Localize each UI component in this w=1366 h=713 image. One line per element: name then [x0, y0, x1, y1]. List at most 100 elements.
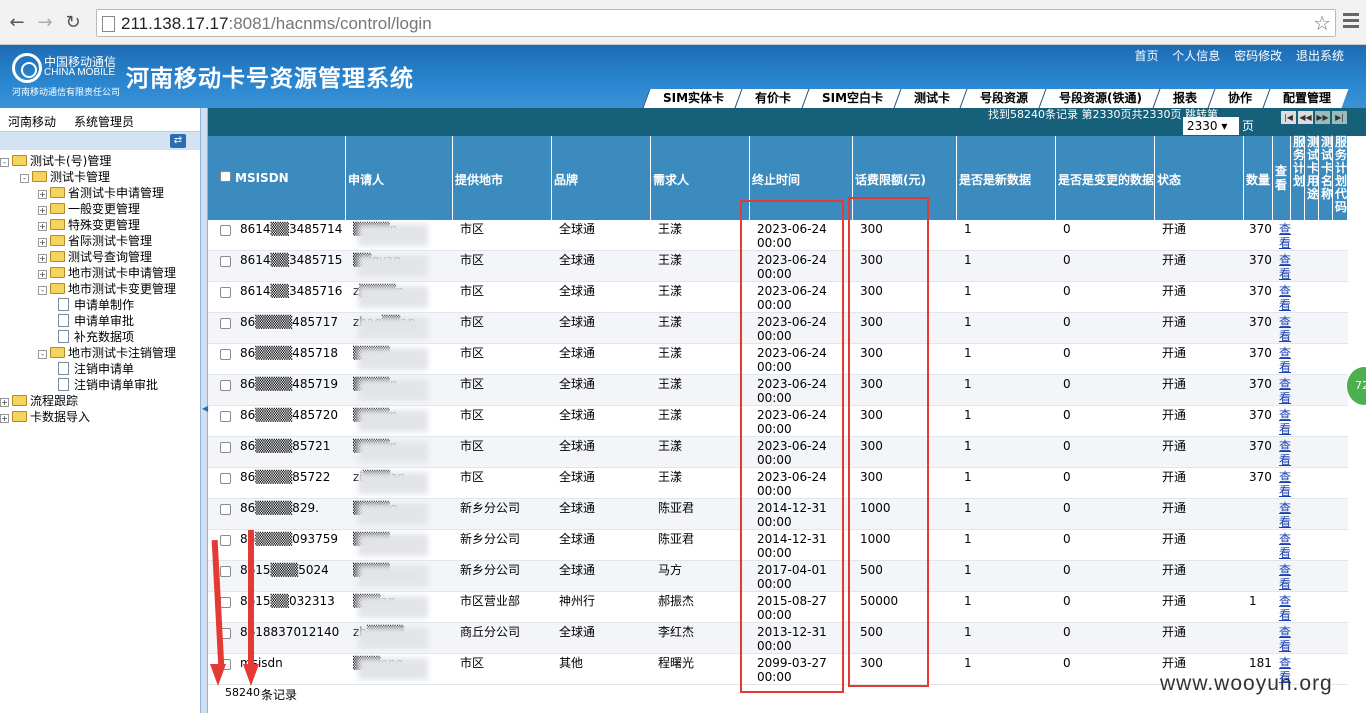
row-checkbox[interactable]	[220, 349, 231, 360]
refresh-icon[interactable]: ⇄	[170, 134, 186, 148]
expand-icon[interactable]: +	[38, 254, 47, 263]
back-arrow-icon[interactable]: ←	[6, 11, 28, 35]
cell-changed: 0	[1063, 315, 1071, 329]
cell-view[interactable]: 查看	[1279, 563, 1291, 591]
tree-item[interactable]: + 测试号查询管理	[38, 249, 152, 265]
tree-item[interactable]: + 特殊变更管理	[38, 217, 140, 233]
cell-view[interactable]: 查看	[1279, 222, 1291, 250]
row-checkbox[interactable]	[220, 442, 231, 453]
cell-view[interactable]: 查看	[1279, 377, 1291, 405]
tree-item[interactable]: + 一般变更管理	[38, 201, 140, 217]
row-checkbox[interactable]	[220, 566, 231, 577]
home-link[interactable]: 首页	[1134, 49, 1158, 63]
column-header[interactable]: 是否是变更的数据	[1056, 136, 1155, 220]
expand-icon[interactable]: +	[38, 190, 47, 199]
profile-link[interactable]: 个人信息	[1172, 49, 1220, 63]
collapse-icon[interactable]: -	[38, 286, 47, 295]
row-checkbox[interactable]	[220, 504, 231, 515]
column-header[interactable]: 品牌	[552, 136, 651, 220]
expand-icon[interactable]: +	[0, 398, 9, 407]
tab-sim-card[interactable]: SIM实体卡	[642, 89, 742, 108]
cell-view[interactable]: 查看	[1279, 253, 1291, 281]
column-header[interactable]: 测试卡用途	[1305, 136, 1319, 220]
column-header[interactable]: 查看	[1273, 136, 1291, 220]
collapse-icon[interactable]: -	[38, 350, 47, 359]
column-header[interactable]: 申请人	[346, 136, 453, 220]
row-checkbox[interactable]	[220, 535, 231, 546]
tree-item[interactable]: 注销申请单审批	[58, 377, 158, 393]
tree-item[interactable]: 申请单审批	[58, 313, 134, 329]
cell-view[interactable]: 查看	[1279, 501, 1291, 529]
tree-item[interactable]: + 流程跟踪	[0, 393, 78, 409]
annotation-arrow-2	[248, 530, 254, 668]
column-header[interactable]: 是否是新数据	[957, 136, 1056, 220]
address-bar[interactable]: 211.138.17.17:8081/hacnms/control/login …	[96, 9, 1336, 37]
collapse-icon[interactable]: -	[20, 174, 29, 183]
column-header[interactable]: 数量	[1244, 136, 1273, 220]
collapse-icon[interactable]: -	[0, 158, 9, 167]
select-all-checkbox[interactable]	[220, 171, 231, 182]
tab-value-card[interactable]: 有价卡	[734, 89, 809, 108]
panel-splitter[interactable]: ◀	[200, 108, 208, 713]
bookmark-star-icon[interactable]: ☆	[1313, 11, 1331, 35]
tab-config[interactable]: 配置管理	[1262, 89, 1349, 108]
cell-view[interactable]: 查看	[1279, 408, 1291, 436]
folder-icon	[32, 171, 47, 182]
tab-sim-blank[interactable]: SIM空白卡	[801, 89, 901, 108]
cell-view[interactable]: 查看	[1279, 470, 1291, 498]
row-checkbox[interactable]	[220, 287, 231, 298]
tree-item[interactable]: + 省际测试卡管理	[38, 233, 152, 249]
tree-item[interactable]: + 卡数据导入	[0, 409, 90, 425]
page-select[interactable]: 2330 ▾	[1183, 117, 1239, 135]
cell-requester: 王漾	[658, 408, 683, 422]
side-badge[interactable]: 72	[1347, 367, 1366, 405]
cell-view[interactable]: 查看	[1279, 625, 1291, 653]
column-header[interactable]: 测试卡名称	[1319, 136, 1333, 220]
tree-item[interactable]: + 省测试卡申请管理	[38, 185, 164, 201]
cell-view[interactable]: 查看	[1279, 346, 1291, 374]
first-page-icon[interactable]: |◀	[1281, 111, 1296, 124]
column-header[interactable]: 提供地市	[453, 136, 552, 220]
tree-item[interactable]: 申请单制作	[58, 297, 134, 313]
last-page-icon[interactable]: ▶|	[1332, 111, 1347, 124]
tab-test-card[interactable]: 测试卡	[893, 89, 968, 108]
expand-icon[interactable]: +	[38, 238, 47, 247]
next-page-icon[interactable]: ▶▶	[1315, 111, 1330, 124]
cell-changed: 0	[1063, 253, 1071, 267]
cell-status: 开通	[1162, 501, 1187, 515]
row-checkbox[interactable]	[220, 256, 231, 267]
tree-item[interactable]: + 地市测试卡申请管理	[38, 265, 176, 281]
tree-item[interactable]: - 测试卡管理	[20, 169, 110, 185]
logout-link[interactable]: 退出系统	[1296, 49, 1344, 63]
forward-arrow-icon[interactable]: →	[34, 11, 56, 35]
row-checkbox[interactable]	[220, 597, 231, 608]
row-checkbox[interactable]	[220, 411, 231, 422]
tree-item[interactable]: - 地市测试卡注销管理	[38, 345, 176, 361]
cell-view[interactable]: 查看	[1279, 439, 1291, 467]
column-header[interactable]: 服务计划	[1291, 136, 1305, 220]
row-checkbox[interactable]	[220, 473, 231, 484]
tree-item[interactable]: - 测试卡(号)管理	[0, 153, 111, 169]
tree-item[interactable]: 注销申请单	[58, 361, 134, 377]
column-header[interactable]: 需求人	[651, 136, 750, 220]
row-checkbox[interactable]	[220, 380, 231, 391]
cell-view[interactable]: 查看	[1279, 594, 1291, 622]
row-checkbox[interactable]	[220, 225, 231, 236]
expand-icon[interactable]: +	[0, 414, 9, 423]
expand-icon[interactable]: +	[38, 206, 47, 215]
row-checkbox[interactable]	[220, 318, 231, 329]
cell-view[interactable]: 查看	[1279, 315, 1291, 343]
prev-page-icon[interactable]: ◀◀	[1298, 111, 1313, 124]
cell-view[interactable]: 查看	[1279, 284, 1291, 312]
column-header[interactable]: MSISDN	[233, 136, 346, 220]
tree-item[interactable]: - 地市测试卡变更管理	[38, 281, 176, 297]
column-header[interactable]: 服务计划代码	[1333, 136, 1348, 220]
browser-menu-icon[interactable]	[1343, 13, 1359, 29]
cell-view[interactable]: 查看	[1279, 532, 1291, 560]
column-header[interactable]: 状态	[1155, 136, 1244, 220]
password-link[interactable]: 密码修改	[1234, 49, 1282, 63]
expand-icon[interactable]: +	[38, 222, 47, 231]
expand-icon[interactable]: +	[38, 270, 47, 279]
tree-item[interactable]: 补充数据项	[58, 329, 134, 345]
reload-icon[interactable]: ↻	[62, 11, 84, 35]
